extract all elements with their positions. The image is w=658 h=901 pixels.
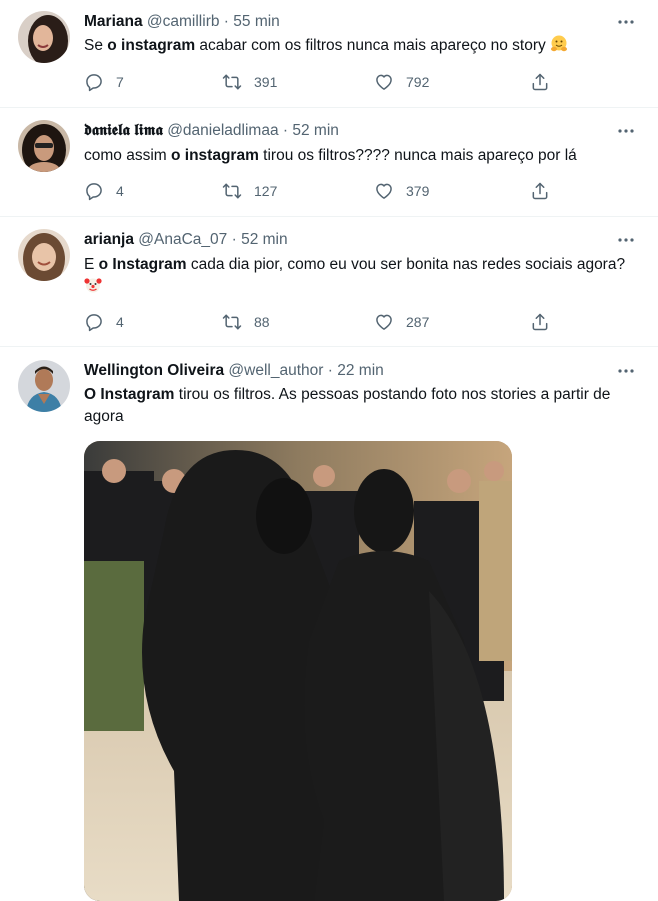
- action-bar: 4 88 287: [84, 310, 564, 334]
- retweet-count: 88: [254, 314, 270, 330]
- author-name[interactable]: arianja: [84, 231, 134, 248]
- timestamp[interactable]: 55 min: [233, 13, 280, 30]
- share-icon: [532, 73, 548, 91]
- like-icon: [376, 314, 392, 330]
- avatar[interactable]: [18, 120, 70, 172]
- clown-face-emoji-icon: [84, 278, 102, 293]
- share-button[interactable]: [530, 179, 550, 203]
- tweet-header: arianja @AnaCa_07 · 52 min: [84, 230, 288, 250]
- tweet-text: como assim o instagram tirou os filtros?…: [84, 145, 639, 167]
- tweet-header: Mariana @camillirb · 55 min: [84, 12, 280, 32]
- reply-button[interactable]: 7: [84, 70, 124, 94]
- avatar[interactable]: [18, 229, 70, 281]
- text-segment: E: [84, 256, 99, 273]
- avatar[interactable]: [18, 11, 70, 63]
- text-segment: tirou os filtros???? nunca mais apareço …: [258, 147, 577, 164]
- text-segment-bold: o instagram: [107, 37, 196, 54]
- hugging-face-emoji-icon: [551, 35, 568, 52]
- author-name[interactable]: 𝖉𝖆𝖓𝖎𝖊𝖑𝖆 𝖑𝖎𝖒𝖆: [84, 122, 163, 139]
- author-handle[interactable]: @danieladlimaa: [167, 122, 278, 139]
- retweet-icon: [222, 74, 242, 90]
- like-button[interactable]: 792: [374, 70, 429, 94]
- tweet-header: Wellington Oliveira @well_author · 22 mi…: [84, 361, 384, 381]
- reply-count: 4: [116, 183, 124, 199]
- reply-count: 7: [116, 74, 124, 90]
- retweet-icon: [222, 314, 242, 330]
- author-handle[interactable]: @AnaCa_07: [138, 231, 227, 248]
- reply-icon: [86, 314, 102, 332]
- like-button[interactable]: 379: [374, 179, 429, 203]
- share-icon: [532, 313, 548, 331]
- more-icon[interactable]: [616, 235, 636, 245]
- tweet-text: E o Instagram cada dia pior, como eu vou…: [84, 254, 639, 298]
- tweet[interactable]: 𝖉𝖆𝖓𝖎𝖊𝖑𝖆 𝖑𝖎𝖒𝖆 @danieladlimaa · 52 min com…: [0, 108, 658, 217]
- text-segment: acabar com os filtros nunca mais apareço…: [195, 37, 551, 54]
- tweet-header: 𝖉𝖆𝖓𝖎𝖊𝖑𝖆 𝖑𝖎𝖒𝖆 @danieladlimaa · 52 min: [84, 121, 339, 141]
- reply-button[interactable]: 4: [84, 310, 124, 334]
- text-segment: cada dia pior, como eu vou ser bonita na…: [186, 256, 626, 273]
- action-bar: 4 127 379: [84, 179, 564, 203]
- separator: ·: [223, 13, 229, 30]
- share-button[interactable]: [530, 70, 550, 94]
- reply-icon: [86, 183, 102, 201]
- like-button[interactable]: 287: [374, 310, 429, 334]
- separator: ·: [282, 122, 289, 139]
- like-count: 287: [406, 314, 430, 330]
- retweet-icon: [222, 183, 242, 199]
- tweet-text: O Instagram tirou os filtros. As pessoas…: [84, 384, 644, 428]
- like-icon: [376, 183, 392, 199]
- author-name[interactable]: Mariana: [84, 13, 143, 30]
- action-bar: 7 391 792: [84, 70, 564, 94]
- text-segment: Se: [84, 37, 108, 54]
- text-segment: como assim: [84, 147, 171, 164]
- retweet-count: 391: [254, 74, 278, 90]
- like-count: 792: [406, 74, 430, 90]
- share-button[interactable]: [530, 310, 550, 334]
- retweet-button[interactable]: 88: [222, 310, 270, 334]
- like-icon: [376, 74, 392, 90]
- tweet[interactable]: Mariana @camillirb · 55 min Se o instagr…: [0, 0, 658, 108]
- like-count: 379: [406, 183, 430, 199]
- separator: ·: [327, 362, 333, 379]
- separator: ·: [231, 231, 237, 248]
- more-icon[interactable]: [616, 366, 636, 376]
- more-icon[interactable]: [616, 17, 636, 27]
- text-segment-bold: o Instagram: [98, 256, 187, 273]
- retweet-button[interactable]: 391: [222, 70, 277, 94]
- reply-icon: [86, 74, 102, 92]
- timestamp[interactable]: 52 min: [241, 231, 288, 248]
- author-handle[interactable]: @well_author: [228, 362, 323, 379]
- author-handle[interactable]: @camillirb: [147, 13, 220, 30]
- timestamp[interactable]: 22 min: [337, 362, 384, 379]
- retweet-count: 127: [254, 183, 278, 199]
- timestamp[interactable]: 52 min: [292, 122, 339, 139]
- tweet-text: Se o instagram acabar com os filtros nun…: [84, 35, 639, 57]
- more-icon[interactable]: [616, 126, 636, 136]
- tweet-photo[interactable]: [84, 441, 512, 901]
- photo-illustration: [84, 441, 512, 901]
- reply-count: 4: [116, 314, 124, 330]
- author-name[interactable]: Wellington Oliveira: [84, 362, 224, 379]
- text-segment-bold: o instagram: [171, 147, 259, 164]
- retweet-button[interactable]: 127: [222, 179, 277, 203]
- avatar[interactable]: [18, 360, 70, 412]
- tweet[interactable]: arianja @AnaCa_07 · 52 min E o Instagram…: [0, 217, 658, 347]
- reply-button[interactable]: 4: [84, 179, 124, 203]
- share-icon: [532, 182, 548, 200]
- text-segment-bold: O Instagram: [84, 386, 175, 403]
